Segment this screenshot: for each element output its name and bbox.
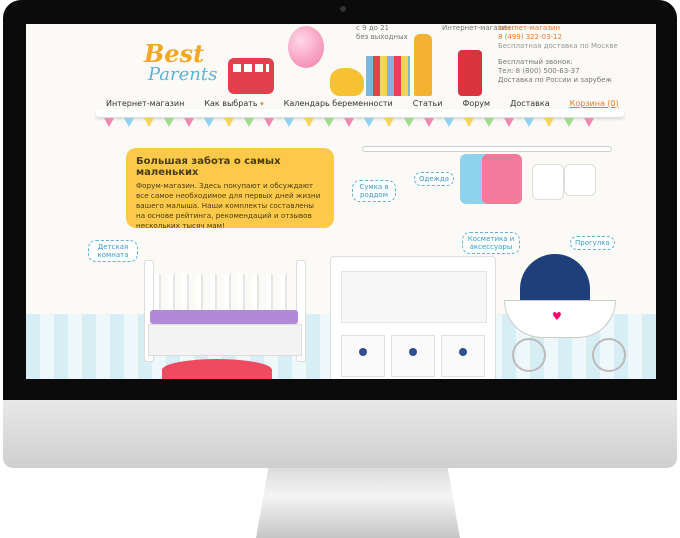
balloon-icon (288, 26, 324, 68)
wheel-icon (592, 338, 626, 372)
top-shelf (96, 109, 624, 117)
moscow-contacts: Interneт-магазин 8 (499) 322-03-12 Беспл… (498, 24, 618, 51)
chevron-down-icon: ▾ (260, 99, 264, 108)
bunting-flags (104, 118, 604, 128)
moscow-line: Interneт-магазин (498, 24, 561, 32)
heart-icon: ♥ (552, 310, 562, 323)
promo-title: Большая забота о самых маленьких (136, 156, 281, 178)
monitor-stand (256, 468, 460, 538)
cart-link[interactable]: Корзина (0) (560, 99, 629, 108)
tag-walk[interactable]: Прогулка (570, 236, 615, 250)
nav-item-articles[interactable]: Статьи (403, 99, 453, 108)
nav-item-forum[interactable]: Форум (452, 99, 500, 108)
days-line: без выходных (356, 33, 408, 41)
logo-parents: Parents (148, 64, 218, 85)
changing-dresser[interactable] (330, 256, 496, 379)
moscow-phone: 8 (499) 322-03-12 (498, 33, 562, 41)
camera-icon (340, 6, 346, 12)
dresser-drawer (341, 335, 385, 377)
promo-banner: Большая забота о самых маленьких Форум-м… (126, 148, 334, 230)
crib-base (148, 324, 302, 356)
moscow-delivery: Бесплатная доставка по Москве (498, 42, 618, 50)
site-logo[interactable]: Best Parents (144, 42, 244, 84)
nav-item-how-to-choose-label: Как выбрать (204, 98, 258, 108)
dresser-shelf (341, 271, 487, 323)
crib[interactable] (144, 260, 306, 362)
books-icon (366, 56, 410, 96)
tag-clothes[interactable]: Одежда (414, 172, 455, 186)
tag-nursery[interactable]: Детская комната (88, 240, 138, 262)
dresser-drawer (441, 335, 485, 377)
toy-giraffe-icon (414, 34, 432, 96)
stroller-hood (520, 254, 590, 304)
knob-icon (409, 348, 417, 356)
knob-icon (359, 348, 367, 356)
nav-item-delivery[interactable]: Доставка (500, 99, 560, 108)
main-nav: Интернет-магазин Как выбрать ▾ Календарь… (96, 97, 624, 109)
free-call-contacts: Бесплатный звонок: Тел: 8 (800) 500-63-3… (498, 58, 612, 85)
crib-mattress (150, 310, 298, 324)
logo-best: Best (144, 39, 205, 68)
monitor-chin (3, 400, 677, 468)
crib-bars (154, 274, 294, 314)
promo-text: Форум-магазин. Здесь покупают и обсуждаю… (136, 181, 321, 230)
free-call-phone: Тел: 8 (800) 500-63-37 (498, 67, 580, 75)
wheel-icon (512, 338, 546, 372)
clothing-item[interactable] (482, 154, 522, 204)
knob-icon (459, 348, 467, 356)
tag-cosmetics[interactable]: Косметика и аксессуары (462, 232, 520, 254)
tag-hospital-bag[interactable]: Сумка в роддом (352, 180, 396, 202)
imac-mockup: Best Parents с 9 до 21 без выходных Инте… (0, 0, 680, 538)
clothing-item[interactable] (564, 164, 596, 196)
clothes-rail (362, 146, 612, 152)
nav-item-how-to-choose[interactable]: Как выбрать ▾ (194, 99, 273, 108)
nav-item-store[interactable]: Интернет-магазин (96, 99, 194, 108)
phone-booth-icon (458, 50, 482, 96)
nav-item-pregnancy-calendar[interactable]: Календарь беременности (274, 99, 403, 108)
baby-tub[interactable] (162, 359, 272, 379)
russia-delivery: Доставка по России и зарубеж (498, 76, 612, 84)
free-call-label: Бесплатный звонок: (498, 58, 573, 66)
stroller[interactable]: ♥ (496, 254, 646, 374)
toy-duck-icon (330, 68, 364, 96)
working-hours: с 9 до 21 без выходных (356, 24, 408, 42)
clothing-item[interactable] (532, 164, 564, 200)
dresser-drawer (391, 335, 435, 377)
hours-line: с 9 до 21 (356, 24, 390, 32)
website-screen: Best Parents с 9 до 21 без выходных Инте… (26, 24, 656, 379)
